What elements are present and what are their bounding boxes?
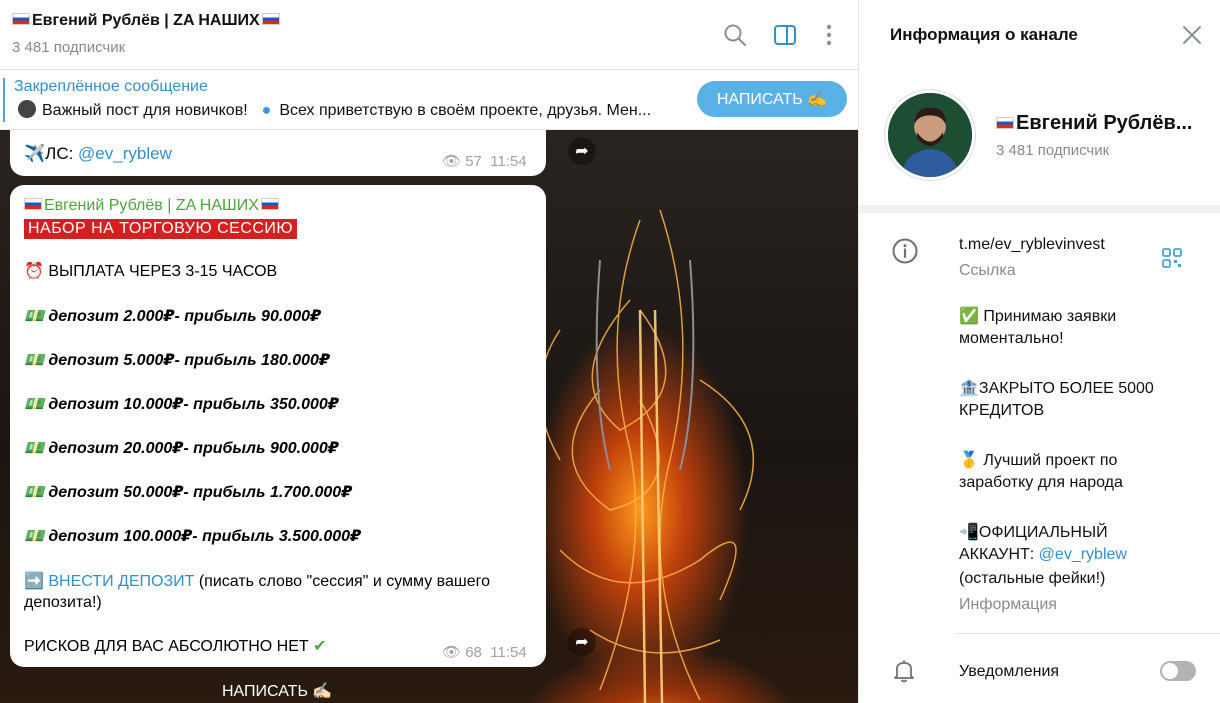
description-line: (остальные фейки!) bbox=[959, 570, 1106, 587]
sidebar-toggle-icon[interactable] bbox=[772, 22, 798, 48]
view-count: 57 bbox=[465, 153, 482, 170]
section-divider bbox=[859, 205, 1220, 213]
channel-info-panel: Информация о канале Евгений Рублёв... 3 … bbox=[858, 0, 1220, 703]
pinned-indicator bbox=[3, 78, 5, 122]
info-icon bbox=[892, 238, 918, 264]
forward-icon[interactable]: ➦ bbox=[568, 137, 596, 165]
money-icon: 💵 bbox=[24, 308, 49, 325]
eye-icon: 👁 bbox=[442, 644, 462, 661]
deposit-link[interactable]: ➡️ ВНЕСТИ ДЕПОЗИТ bbox=[24, 573, 194, 590]
deposit-cta-continued: депозита!) bbox=[24, 594, 102, 611]
money-icon: 💵 bbox=[24, 484, 49, 501]
link-label: Ссылка bbox=[959, 262, 1016, 279]
money-icon: 💵 bbox=[24, 528, 49, 545]
chat-header[interactable]: Евгений Рублёв | ZA НАШИХ 3 481 подписчи… bbox=[0, 0, 858, 70]
no-risk-line: РИСКОВ ДЛЯ ВАС АБСОЛЮТНО НЕТ ✔ bbox=[24, 638, 327, 655]
message-meta: 👁 68 11:54 bbox=[442, 643, 527, 661]
message-time: 11:54 bbox=[490, 153, 527, 170]
channel-link[interactable]: t.me/ev_ryblevinvest bbox=[959, 236, 1105, 254]
money-icon: 💵 bbox=[24, 396, 49, 413]
money-icon: 💵 bbox=[24, 440, 49, 457]
pinned-preview: Важный пост для новичков! ● Всех приветств… bbox=[14, 100, 651, 120]
description-line: заработку для народа bbox=[959, 474, 1123, 491]
chat-area: Евгений Рублёв | ZA НАШИХ 3 481 подписчи… bbox=[0, 0, 858, 703]
sender-name: Евгений Рублёв | ZA НАШИХ bbox=[24, 197, 281, 215]
description-line: моментально! bbox=[959, 330, 1064, 347]
eye-icon: 👁 bbox=[442, 153, 462, 170]
description-line: 🏦ЗАКРЫТО БОЛЕЕ 5000 bbox=[959, 380, 1154, 397]
write-button[interactable]: НАПИСАТЬ ✍ bbox=[697, 81, 847, 117]
message-bubble[interactable]: Евгений Рублёв | ZA НАШИХ НАБОР НА ТОРГО… bbox=[10, 185, 546, 667]
deposit-cta: ➡️ ВНЕСТИ ДЕПОЗИТ (писать слово "сессия"… bbox=[24, 573, 490, 590]
notifications-label: Уведомления bbox=[959, 663, 1060, 680]
deposit-line: 💵 депозит 50.000₽- прибыль 1.700.000₽ bbox=[24, 484, 353, 501]
russia-flag-icon bbox=[996, 117, 1014, 129]
official-account-link[interactable]: @ev_ryblew bbox=[1039, 546, 1127, 563]
person-avatar-icon bbox=[888, 93, 972, 177]
description-line: АККАУНТ: @ev_ryblew bbox=[959, 546, 1127, 563]
message-text: ✈️ЛС: @ev_ryblew bbox=[24, 144, 172, 163]
close-icon[interactable] bbox=[1181, 24, 1203, 46]
bottom-write-button[interactable]: НАПИСАТЬ ✍🏻 bbox=[222, 681, 332, 701]
deposit-line: 💵 депозит 5.000₽- прибыль 180.000₽ bbox=[24, 352, 331, 369]
russia-flag-icon bbox=[24, 198, 42, 210]
deposit-line: 💵 депозит 10.000₽- прибыль 350.000₽ bbox=[24, 396, 339, 413]
channel-name: Евгений Рублёв... bbox=[996, 112, 1192, 135]
forward-icon[interactable]: ➦ bbox=[568, 628, 596, 656]
russia-flag-icon bbox=[261, 13, 280, 25]
deposit-line: 💵 депозит 2.000₽- прибыль 90.000₽ bbox=[24, 308, 322, 325]
more-icon[interactable] bbox=[816, 22, 842, 48]
subscriber-count: 3 481 подписчик bbox=[12, 39, 126, 56]
session-banner: НАБОР НА ТОРГОВУЮ СЕССИЮ bbox=[24, 219, 298, 239]
description-line: ✅ Принимаю заявки bbox=[959, 308, 1117, 325]
pinned-title: Закреплённое сообщение bbox=[14, 78, 208, 95]
russia-flag-icon bbox=[12, 13, 30, 25]
description-line: КРЕДИТОВ bbox=[959, 402, 1045, 419]
channel-title[interactable]: Евгений Рублёв | ZA НАШИХ bbox=[12, 12, 282, 30]
payout-line: ⏰ ВЫПЛАТА ЧЕРЕЗ 3-15 ЧАСОВ bbox=[24, 263, 278, 280]
money-icon: 💵 bbox=[24, 352, 49, 369]
search-icon[interactable] bbox=[722, 22, 748, 48]
notifications-toggle[interactable] bbox=[1160, 661, 1196, 681]
channel-subscribers: 3 481 подписчик bbox=[996, 142, 1110, 159]
message-time: 11:54 bbox=[490, 644, 527, 661]
qr-code-icon[interactable] bbox=[1161, 247, 1183, 269]
message-meta: 👁 57 11:54 bbox=[442, 152, 527, 170]
description-line: 📲ОФИЦИАЛЬНЫЙ bbox=[959, 524, 1108, 541]
description-line: 🥇 Лучший проект по bbox=[959, 452, 1118, 469]
check-icon: ✔ bbox=[313, 638, 327, 655]
description-label: Информация bbox=[959, 596, 1057, 613]
bell-icon bbox=[894, 660, 914, 683]
bullet-icon: ● bbox=[261, 102, 272, 119]
deposit-line: 💵 депозит 100.000₽- прибыль 3.500.000₽ bbox=[24, 528, 362, 545]
panel-title: Информация о канале bbox=[890, 25, 1078, 44]
username-link[interactable]: @ev_ryblew bbox=[78, 144, 172, 163]
view-count: 68 bbox=[465, 644, 482, 661]
channel-avatar[interactable] bbox=[885, 90, 975, 180]
avatar-icon bbox=[18, 100, 36, 118]
russia-flag-icon bbox=[260, 198, 279, 210]
divider bbox=[956, 633, 1220, 634]
deposit-line: 💵 депозит 20.000₽- прибыль 900.000₽ bbox=[24, 440, 339, 457]
